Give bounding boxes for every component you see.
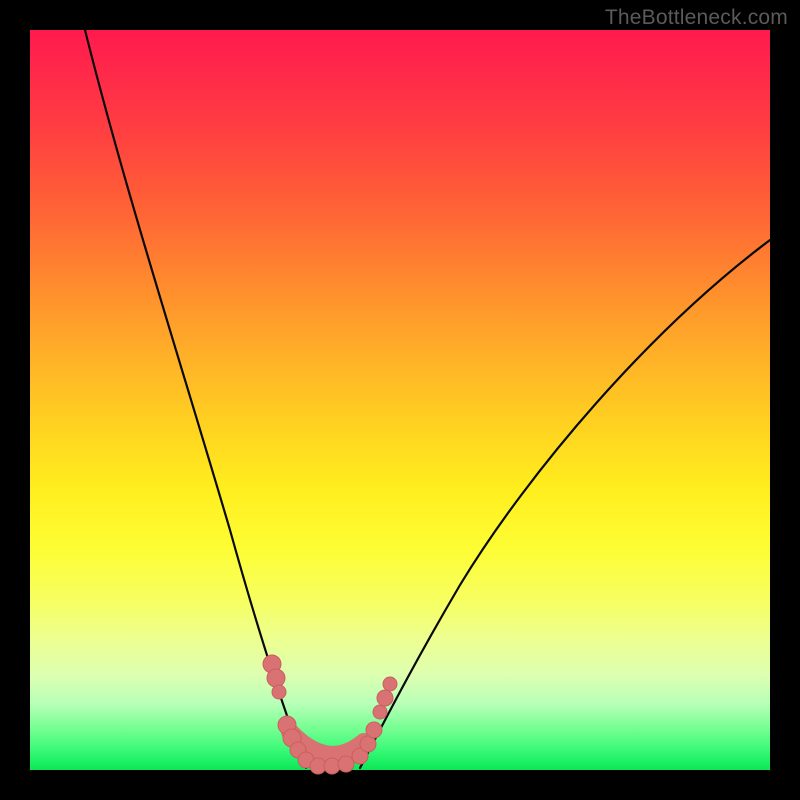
- bead: [338, 756, 354, 772]
- bead: [373, 705, 387, 719]
- chart-frame: TheBottleneck.com: [0, 0, 800, 800]
- bead: [366, 722, 382, 738]
- curve-right-branch: [360, 240, 770, 768]
- curve-layer: [30, 30, 770, 770]
- watermark-text: TheBottleneck.com: [605, 6, 788, 30]
- plot-area: [30, 30, 770, 770]
- bead: [377, 690, 393, 706]
- bead: [383, 677, 397, 691]
- bead: [267, 669, 285, 687]
- bead: [324, 758, 340, 774]
- bead: [272, 685, 286, 699]
